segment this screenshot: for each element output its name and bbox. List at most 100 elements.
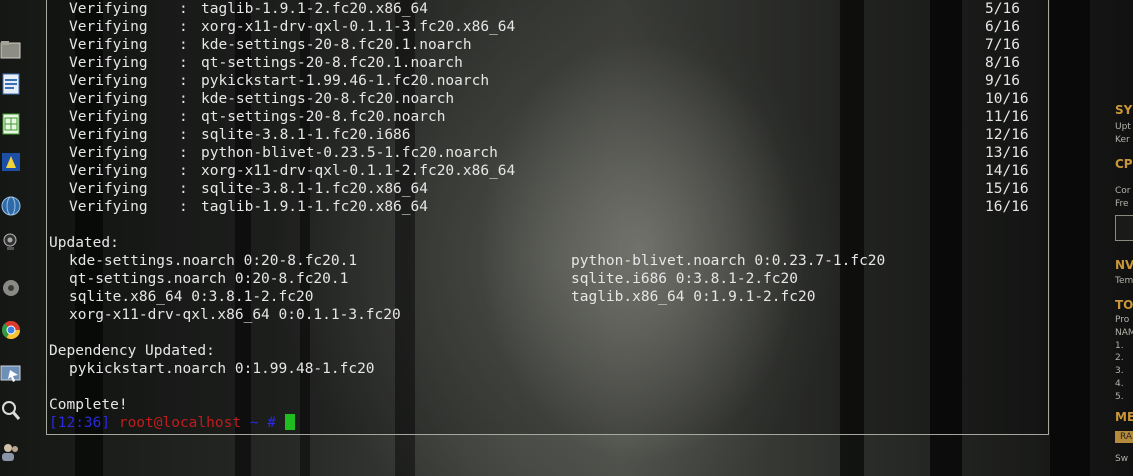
conky-system-monitor: SY Upt Ker CP Cor Fre NV Tem TO Pro NAM 1. 2. 3. 4. 5. M… (1112, 0, 1133, 476)
verify-package: sqlite-3.8.1-1.fc20.i686 (201, 127, 411, 143)
verify-package: taglib-1.9.1-1.fc20.x86_64 (201, 199, 428, 215)
verify-label: Verifying (69, 199, 148, 215)
verify-separator: : (179, 127, 188, 143)
verify-count: 13/16 (985, 145, 1029, 161)
verify-label: Verifying (69, 19, 148, 35)
chrome-icon[interactable] (0, 318, 21, 342)
verify-line: Verifying: python-blivet-0.23.5-1.fc20.no… (49, 144, 1048, 162)
verify-separator: : (179, 1, 188, 17)
conky-label: 2. (1115, 353, 1124, 363)
conky-label: 4. (1115, 379, 1124, 389)
conky-label: Pro (1115, 315, 1130, 325)
verify-separator: : (179, 19, 188, 35)
verify-line: Verifying: taglib-1.9.1-2.fc20.x86_64 5/16 (49, 0, 1048, 18)
updated-package-right: taglib.x86_64 0:1.9.1-2.fc20 (571, 289, 816, 305)
folder-icon[interactable] (0, 38, 21, 62)
conky-section-heading: CP (1115, 157, 1133, 171)
verify-line: Verifying: sqlite-3.8.1-1.fc20.i686 12/16 (49, 126, 1048, 144)
complete-message: Complete! (49, 397, 128, 413)
verify-package: qt-settings-20-8.fc20.noarch (201, 109, 446, 125)
verify-package: xorg-x11-drv-qxl-0.1.1-2.fc20.x86_64 (201, 163, 516, 179)
conky-cpu-graph (1115, 215, 1133, 241)
updated-package-left: xorg-x11-drv-qxl.x86_64 0:0.1.1-3.fc20 (69, 307, 401, 323)
verify-package: taglib-1.9.1-2.fc20.x86_64 (201, 1, 428, 17)
presentation-icon[interactable] (0, 150, 21, 174)
verify-label: Verifying (69, 55, 148, 71)
conky-label: Sw (1115, 454, 1129, 464)
updated-package-left: sqlite.x86_64 0:3.8.1-2.fc20 (69, 289, 314, 305)
document-icon[interactable] (0, 72, 21, 96)
conky-label: Fre (1115, 199, 1129, 209)
verify-count: 10/16 (985, 91, 1029, 107)
updated-heading: Updated: (49, 235, 119, 251)
updated-package-left: qt-settings.noarch 0:20-8.fc20.1 (69, 271, 349, 287)
verify-count: 6/16 (985, 19, 1020, 35)
verify-count: 7/16 (985, 37, 1020, 53)
verify-line: Verifying: kde-settings-20-8.fc20.1.noarc… (49, 36, 1048, 54)
prompt-path: ~ # (241, 415, 285, 431)
verify-line: Verifying: xorg-x11-drv-qxl-0.1.1-3.fc20.… (49, 18, 1048, 36)
verify-label: Verifying (69, 127, 148, 143)
verify-package: pykickstart-1.99.46-1.fc20.noarch (201, 73, 490, 89)
verify-count: 9/16 (985, 73, 1020, 89)
verify-package: sqlite-3.8.1-1.fc20.x86_64 (201, 181, 428, 197)
verify-count: 11/16 (985, 109, 1029, 125)
terminal-window[interactable]: Verifying: taglib-1.9.1-2.fc20.x86_64 5/16… (46, 0, 1049, 435)
verify-separator: : (179, 73, 188, 89)
verify-line: Verifying: taglib-1.9.1-1.fc20.x86_64 16/1… (49, 198, 1048, 216)
verify-label: Verifying (69, 91, 148, 107)
conky-label: Cor (1115, 186, 1131, 196)
conky-label: 1. (1115, 341, 1124, 351)
verify-separator: : (179, 199, 188, 215)
conky-label: Tem (1115, 276, 1133, 286)
verify-label: Verifying (69, 145, 148, 161)
settings-gear-icon[interactable] (0, 276, 21, 300)
verify-label: Verifying (69, 73, 148, 89)
conky-label: Ker (1115, 135, 1130, 145)
updated-package-left: kde-settings.noarch 0:20-8.fc20.1 (69, 253, 358, 269)
verify-separator: : (179, 91, 188, 107)
launcher-dock (0, 30, 22, 476)
terminal-cursor[interactable] (284, 414, 295, 430)
verify-line: Verifying: xorg-x11-drv-qxl-0.1.1-2.fc20.… (49, 162, 1048, 180)
conky-label: 3. (1115, 366, 1124, 376)
prompt-time: [12:36] (49, 415, 119, 431)
monitor-icon[interactable] (0, 362, 21, 386)
updated-row: qt-settings.noarch 0:20-8.fc20.1 sqlite.i… (49, 270, 1048, 288)
conky-label: Upt (1115, 122, 1131, 132)
verify-count: 15/16 (985, 181, 1029, 197)
shell-prompt[interactable]: [12:36] root@localhost ~ # (49, 414, 1048, 432)
tree-trunk (1050, 0, 1090, 476)
verify-package: kde-settings-20-8.fc20.1.noarch (201, 37, 472, 53)
verify-package: kde-settings-20-8.fc20.noarch (201, 91, 455, 107)
conky-section-heading: SY (1115, 103, 1133, 117)
verify-label: Verifying (69, 109, 148, 125)
web-globe-icon[interactable] (0, 194, 21, 218)
verify-separator: : (179, 145, 188, 161)
verify-count: 16/16 (985, 199, 1029, 215)
verify-separator: : (179, 55, 188, 71)
magnifier-icon[interactable] (0, 398, 21, 422)
verify-line: Verifying: qt-settings-20-8.fc20.1.noarch… (49, 54, 1048, 72)
spreadsheet-icon[interactable] (0, 112, 21, 136)
conky-label: NAM (1115, 328, 1133, 338)
verify-line: Verifying: pykickstart-1.99.46-1.fc20.noa… (49, 72, 1048, 90)
verify-line: Verifying: kde-settings-20-8.fc20.noarch 1… (49, 90, 1048, 108)
conky-section-heading: ME (1115, 410, 1133, 424)
verify-package: python-blivet-0.23.5-1.fc20.noarch (201, 145, 498, 161)
dependency-package: pykickstart.noarch 0:1.99.48-1.fc20 (69, 361, 375, 377)
webcam-icon[interactable] (0, 230, 21, 254)
users-icon[interactable] (0, 440, 21, 464)
updated-package-right: sqlite.i686 0:3.8.1-2.fc20 (571, 271, 798, 287)
conky-label: 5. (1115, 392, 1124, 402)
dependency-heading: Dependency Updated: (49, 343, 215, 359)
verify-label: Verifying (69, 37, 148, 53)
prompt-user-host: root@localhost (118, 415, 242, 431)
verify-count: 8/16 (985, 55, 1020, 71)
conky-section-heading: TO (1115, 298, 1133, 312)
verify-separator: : (179, 181, 188, 197)
dependency-row: pykickstart.noarch 0:1.99.48-1.fc20 (49, 360, 1048, 378)
verify-line: Verifying: sqlite-3.8.1-1.fc20.x86_64 15/1… (49, 180, 1048, 198)
verify-package: qt-settings-20-8.fc20.1.noarch (201, 55, 463, 71)
verify-label: Verifying (69, 181, 148, 197)
